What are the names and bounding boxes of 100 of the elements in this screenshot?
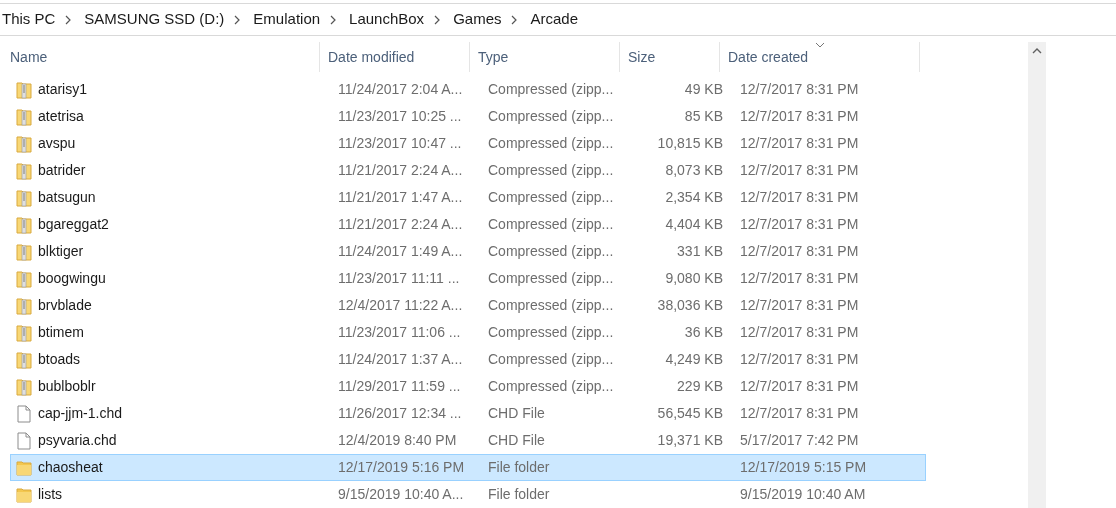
date-modified: 11/21/2017 1:47 A... <box>338 189 463 205</box>
date-modified: 11/23/2017 10:25 ... <box>338 108 462 124</box>
file-name: psyvaria.chd <box>38 431 117 450</box>
zipped-folder-icon <box>16 242 32 261</box>
date-modified: 12/4/2017 11:22 A... <box>338 297 463 313</box>
chevron-icon <box>65 14 73 25</box>
file-name: lists <box>38 485 63 504</box>
zipped-folder-icon <box>16 323 32 342</box>
sort-caret-icon <box>815 42 825 48</box>
file-size: 4,249 KB <box>665 350 723 369</box>
zipped-folder-icon <box>16 161 32 180</box>
date-created: 12/7/2017 8:31 PM <box>740 81 859 97</box>
file-row[interactable]: atarisy1 11/24/2017 2:04 A... Compressed (zipp... 49 KB 12/7/2017 8:31 PM <box>10 76 926 103</box>
file-name: batsugun <box>38 188 96 207</box>
file-size: 8,073 KB <box>665 161 723 180</box>
date-modified: 11/21/2017 2:24 A... <box>338 216 463 232</box>
file-type: File folder <box>488 459 550 475</box>
date-modified: 11/23/2017 11:11 ... <box>338 270 460 286</box>
file-row[interactable]: btimem 11/23/2017 11:06 ... Compressed (zipp... 36 KB 12/7/2017 8:31 PM <box>10 319 926 346</box>
chevron-icon <box>234 14 242 25</box>
file-type: Compressed (zipp... <box>488 189 614 205</box>
file-type: CHD File <box>488 432 545 448</box>
file-row[interactable]: avspu 11/23/2017 10:47 ... Compressed (zipp... 10,815 KB 12/7/2017 8:31 PM <box>10 130 926 157</box>
file-size: 36 KB <box>684 323 723 342</box>
file-name: brvblade <box>38 296 92 315</box>
file-name: chaosheat <box>38 458 103 477</box>
file-type: Compressed (zipp... <box>488 243 614 259</box>
zipped-folder-icon <box>16 188 32 207</box>
date-created: 5/17/2017 7:42 PM <box>740 432 859 448</box>
breadcrumb-item[interactable]: SAMSUNG SSD (D:) <box>82 8 225 31</box>
file-icon <box>16 431 32 450</box>
column-header[interactable]: Type <box>470 42 620 72</box>
column-header[interactable]: Date modified <box>320 42 470 72</box>
breadcrumb-item[interactable]: Emulation <box>251 8 321 31</box>
file-row[interactable]: batrider 11/21/2017 2:24 A... Compressed (zipp... 8,073 KB 12/7/2017 8:31 PM <box>10 157 926 184</box>
file-name: batrider <box>38 161 86 180</box>
scroll-up-icon[interactable] <box>1032 48 1042 54</box>
file-type: Compressed (zipp... <box>488 324 614 340</box>
file-row[interactable]: batsugun 11/21/2017 1:47 A... Compressed (zipp... 2,354 KB 12/7/2017 8:31 PM <box>10 184 926 211</box>
file-row[interactable]: lists 9/15/2019 10:40 A... File folder 9/15/2019 10:40 AM <box>10 481 926 508</box>
chevron-icon <box>330 14 338 25</box>
breadcrumb-item[interactable]: This PC <box>0 8 56 31</box>
date-modified: 11/29/2017 11:59 ... <box>338 378 461 394</box>
column-header[interactable]: Size <box>620 42 720 72</box>
date-modified: 11/24/2017 2:04 A... <box>338 81 463 97</box>
zipped-folder-icon <box>16 269 32 288</box>
scrollbar[interactable] <box>1028 42 1046 508</box>
date-created: 12/7/2017 8:31 PM <box>740 135 859 151</box>
file-name: cap-jjm-1.chd <box>38 404 123 423</box>
file-name: atarisy1 <box>38 80 88 99</box>
date-created: 12/7/2017 8:31 PM <box>740 324 859 340</box>
date-modified: 11/26/2017 12:34 ... <box>338 405 462 421</box>
date-modified: 11/21/2017 2:24 A... <box>338 162 463 178</box>
file-row[interactable]: boogwingu 11/23/2017 11:11 ... Compressed (zipp... 9,080 KB 12/7/2017 8:31 PM <box>10 265 926 292</box>
folder-icon <box>16 485 32 504</box>
file-type: Compressed (zipp... <box>488 162 614 178</box>
file-type: Compressed (zipp... <box>488 81 614 97</box>
file-name: btoads <box>38 350 81 369</box>
file-type: File folder <box>488 486 550 502</box>
zipped-folder-icon <box>16 377 32 396</box>
file-type: Compressed (zipp... <box>488 108 614 124</box>
date-created: 12/7/2017 8:31 PM <box>740 216 859 232</box>
file-row[interactable]: btoads 11/24/2017 1:37 A... Compressed (zipp... 4,249 KB 12/7/2017 8:31 PM <box>10 346 926 373</box>
zipped-folder-icon <box>16 80 32 99</box>
column-header[interactable]: Date created <box>720 42 920 72</box>
chevron-icon <box>434 14 442 25</box>
file-name: btimem <box>38 323 84 342</box>
file-icon <box>16 404 32 423</box>
date-created: 12/17/2019 5:15 PM <box>740 459 867 475</box>
file-row[interactable]: cap-jjm-1.chd 11/26/2017 12:34 ... CHD File 56,545 KB 12/7/2017 8:31 PM <box>10 400 926 427</box>
date-created: 12/7/2017 8:31 PM <box>740 378 859 394</box>
date-modified: 11/23/2017 11:06 ... <box>338 324 461 340</box>
column-header[interactable]: Name <box>2 42 320 72</box>
date-modified: 11/23/2017 10:47 ... <box>338 135 462 151</box>
file-size: 10,815 KB <box>657 134 723 153</box>
file-size: 9,080 KB <box>665 269 723 288</box>
zipped-folder-icon <box>16 134 32 153</box>
date-modified: 12/4/2019 8:40 PM <box>338 432 457 448</box>
file-row[interactable]: psyvaria.chd 12/4/2019 8:40 PM CHD File 19,371 KB 5/17/2017 7:42 PM <box>10 427 926 454</box>
file-size: 49 KB <box>684 80 723 99</box>
file-name: avspu <box>38 134 76 153</box>
file-size: 4,404 KB <box>665 215 723 234</box>
breadcrumb-item[interactable]: LaunchBox <box>347 8 425 31</box>
date-created: 12/7/2017 8:31 PM <box>740 270 859 286</box>
zipped-folder-icon <box>16 107 32 126</box>
file-name: atetrisa <box>38 107 84 126</box>
file-row[interactable]: bgareggat2 11/21/2017 2:24 A... Compressed (zipp... 4,404 KB 12/7/2017 8:31 PM <box>10 211 926 238</box>
breadcrumb-item[interactable]: Games <box>451 8 502 31</box>
date-created: 12/7/2017 8:31 PM <box>740 189 859 205</box>
file-row[interactable]: blktiger 11/24/2017 1:49 A... Compressed (zipp... 331 KB 12/7/2017 8:31 PM <box>10 238 926 265</box>
file-row[interactable]: bublboblr 11/29/2017 11:59 ... Compressed (zipp... 229 KB 12/7/2017 8:31 PM <box>10 373 926 400</box>
file-type: Compressed (zipp... <box>488 378 614 394</box>
folder-icon <box>16 458 32 477</box>
file-row[interactable]: brvblade 12/4/2017 11:22 A... Compressed (zipp... 38,036 KB 12/7/2017 8:31 PM <box>10 292 926 319</box>
date-created: 12/7/2017 8:31 PM <box>740 405 859 421</box>
file-row[interactable]: atetrisa 11/23/2017 10:25 ... Compressed (zipp... 85 KB 12/7/2017 8:31 PM <box>10 103 926 130</box>
file-row[interactable]: chaosheat 12/17/2019 5:16 PM File folder 12/17/2019 5:15 PM <box>10 454 926 481</box>
file-type: Compressed (zipp... <box>488 216 614 232</box>
breadcrumb-item[interactable]: Arcade <box>528 8 578 31</box>
file-name: bublboblr <box>38 377 96 396</box>
